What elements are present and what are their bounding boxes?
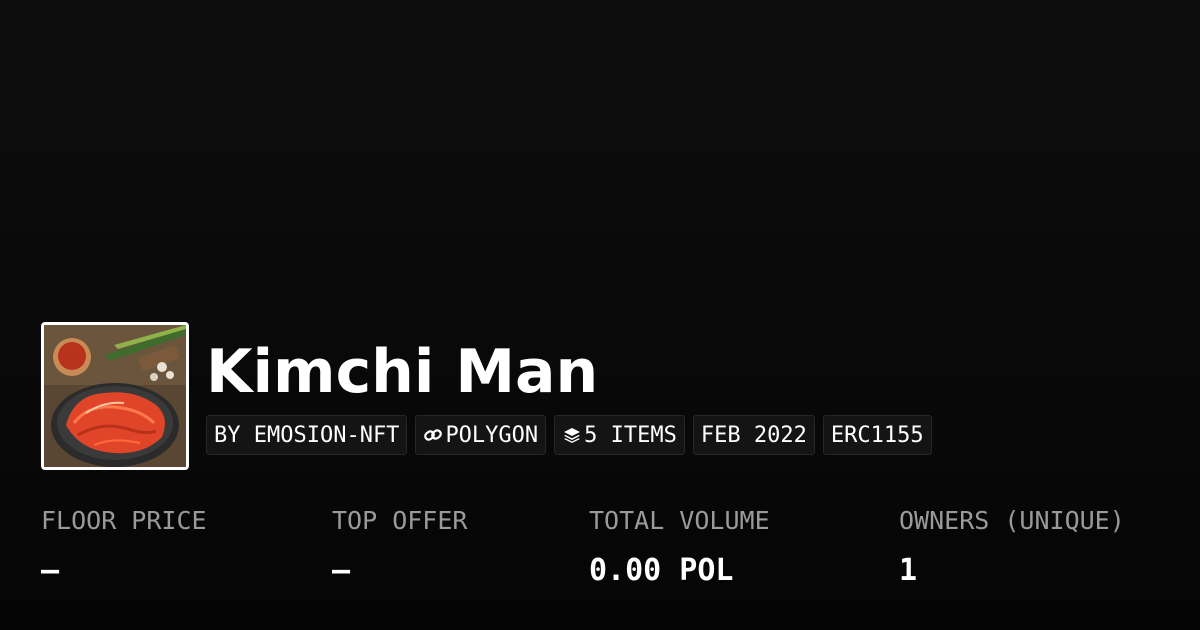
- stat-owners-value: 1: [899, 553, 918, 588]
- collection-title: Kimchi Man: [206, 337, 599, 407]
- stat-top-offer-label: TOP OFFER: [332, 506, 468, 535]
- stat-top-offer: TOP OFFER –: [332, 500, 467, 600]
- stat-total-volume-label: TOTAL VOLUME: [589, 506, 770, 535]
- creator-tag[interactable]: BY EMOSION-NFT: [206, 415, 408, 455]
- stat-floor-price-value: –: [41, 553, 60, 588]
- stat-owners-label: OWNERS (UNIQUE): [899, 506, 1125, 535]
- stat-floor-price: FLOOR PRICE –: [41, 500, 207, 600]
- collection-tags: BY EMOSION-NFT POLYGON 5 ITEMS FEB 2022 …: [206, 415, 932, 455]
- standard-tag: ERC1155: [822, 415, 932, 455]
- collection-thumbnail[interactable]: [41, 322, 189, 470]
- chain-tag[interactable]: POLYGON: [415, 415, 547, 455]
- standard-tag-label: ERC1155: [830, 422, 924, 448]
- stat-top-offer-value: –: [332, 553, 351, 588]
- items-tag-label: 5 ITEMS: [584, 422, 677, 448]
- layers-icon: [562, 425, 582, 445]
- items-tag[interactable]: 5 ITEMS: [554, 415, 685, 455]
- collection-card: Kimchi Man BY EMOSION-NFT POLYGON 5 ITEM…: [0, 0, 1200, 630]
- creator-tag-label: BY EMOSION-NFT: [214, 422, 400, 448]
- kimchi-image: [44, 325, 186, 467]
- date-tag-label: FEB 2022: [700, 422, 807, 448]
- date-tag: FEB 2022: [692, 415, 815, 455]
- stat-total-volume-value: 0.00 POL: [589, 553, 734, 588]
- chain-tag-label: POLYGON: [445, 422, 539, 448]
- chain-link-icon: [423, 425, 443, 445]
- stat-total-volume: TOTAL VOLUME 0.00 POL: [589, 500, 770, 600]
- stat-owners: OWNERS (UNIQUE) 1: [899, 500, 1125, 600]
- stat-floor-price-label: FLOOR PRICE: [41, 506, 207, 535]
